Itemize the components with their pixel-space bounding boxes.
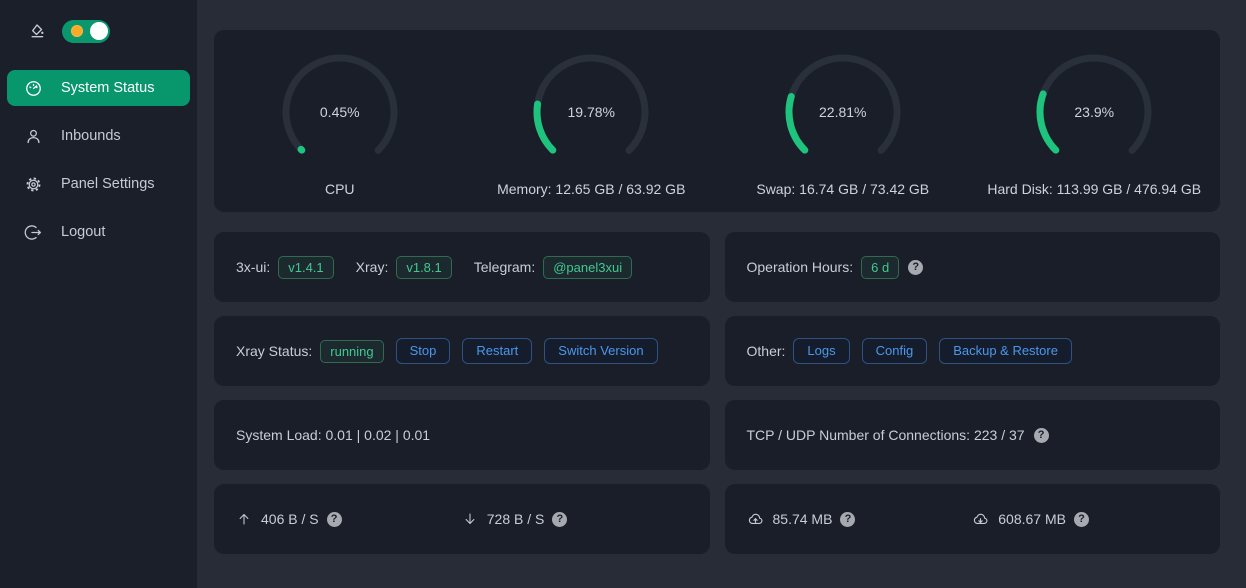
upload-speed-value: 406 B / S (261, 511, 319, 527)
received-traffic-value: 608.67 MB (998, 511, 1066, 527)
memory-percent: 19.78% (531, 52, 651, 172)
system-load-text: System Load: 0.01 | 0.02 | 0.01 (236, 427, 430, 443)
logs-button[interactable]: Logs (793, 338, 849, 364)
panel-version-label: 3x-ui: (236, 259, 270, 275)
operation-hours-tag: 6 d (861, 256, 899, 279)
operation-hours-card: Operation Hours: 6 d ? (725, 232, 1221, 302)
sidebar-item-label: System Status (61, 80, 154, 96)
sidebar-nav: System Status Inbounds Panel Settings Lo… (0, 70, 197, 250)
user-icon (24, 127, 43, 146)
connections-text: TCP / UDP Number of Connections: 223 / 3… (747, 427, 1025, 443)
download-speed-metric: 728 B / S ? (462, 511, 688, 527)
xray-version-label: Xray: (356, 259, 389, 275)
sidebar-item-label: Inbounds (61, 128, 121, 144)
network-speed-card: 406 B / S ? 728 B / S ? (214, 484, 710, 554)
question-icon[interactable]: ? (1074, 512, 1089, 527)
system-load-card: System Load: 0.01 | 0.02 | 0.01 (214, 400, 710, 470)
toggle-knob (90, 22, 108, 40)
telegram-handle-tag: @panel3xui (543, 256, 632, 279)
sidebar-header (0, 16, 197, 46)
traffic-total-card: 85.74 MB ? 608.67 MB ? (725, 484, 1221, 554)
disk-percent: 23.9% (1034, 52, 1154, 172)
sun-icon (71, 25, 83, 37)
resource-gauges-card: 0.45% CPU 19.78% Memory: 12.65 GB / 63.9… (214, 30, 1220, 212)
config-button[interactable]: Config (862, 338, 928, 364)
memory-gauge: 19.78% Memory: 12.65 GB / 63.92 GB (497, 52, 685, 197)
sent-traffic-metric: 85.74 MB ? (747, 511, 973, 528)
swap-label: Swap: 16.74 GB / 73.42 GB (756, 181, 929, 197)
sidebar-item-inbounds[interactable]: Inbounds (7, 118, 190, 154)
other-label: Other: (747, 343, 786, 359)
theme-icon (28, 21, 48, 41)
logout-icon (24, 223, 43, 242)
other-actions-card: Other: Logs Config Backup & Restore (725, 316, 1221, 386)
arrow-down-icon (462, 511, 478, 527)
swap-percent: 22.81% (783, 52, 903, 172)
disk-label: Hard Disk: 113.99 GB / 476.94 GB (987, 181, 1201, 197)
question-icon[interactable]: ? (840, 512, 855, 527)
versions-card: 3x-ui: v1.4.1 Xray: v1.8.1 Telegram: @pa… (214, 232, 710, 302)
sidebar: System Status Inbounds Panel Settings Lo… (0, 0, 197, 588)
xray-status-label: Xray Status: (236, 343, 312, 359)
main-content: 0.45% CPU 19.78% Memory: 12.65 GB / 63.9… (197, 0, 1246, 588)
arrow-up-icon (236, 511, 252, 527)
backup-restore-button[interactable]: Backup & Restore (939, 338, 1072, 364)
xray-version-tag: v1.8.1 (396, 256, 451, 279)
dark-mode-toggle[interactable] (62, 20, 110, 43)
question-icon[interactable]: ? (552, 512, 567, 527)
connections-card: TCP / UDP Number of Connections: 223 / 3… (725, 400, 1221, 470)
cpu-gauge: 0.45% CPU (280, 52, 400, 197)
operation-hours-label: Operation Hours: (747, 259, 854, 275)
memory-label: Memory: 12.65 GB / 63.92 GB (497, 181, 685, 197)
info-cards-grid: 3x-ui: v1.4.1 Xray: v1.8.1 Telegram: @pa… (214, 232, 1220, 554)
xray-status-tag: running (320, 340, 383, 363)
cloud-download-icon (972, 511, 989, 528)
sidebar-item-system-status[interactable]: System Status (7, 70, 190, 106)
xray-status-card: Xray Status: running Stop Restart Switch… (214, 316, 710, 386)
sidebar-item-label: Logout (61, 224, 105, 240)
restart-button[interactable]: Restart (462, 338, 532, 364)
download-speed-value: 728 B / S (487, 511, 545, 527)
question-icon[interactable]: ? (1034, 428, 1049, 443)
question-icon[interactable]: ? (327, 512, 342, 527)
sidebar-item-logout[interactable]: Logout (7, 214, 190, 250)
sent-traffic-value: 85.74 MB (773, 511, 833, 527)
switch-version-button[interactable]: Switch Version (544, 338, 657, 364)
cloud-upload-icon (747, 511, 764, 528)
upload-speed-metric: 406 B / S ? (236, 511, 462, 527)
swap-gauge: 22.81% Swap: 16.74 GB / 73.42 GB (756, 52, 929, 197)
disk-gauge: 23.9% Hard Disk: 113.99 GB / 476.94 GB (987, 52, 1201, 197)
cpu-label: CPU (325, 181, 355, 197)
sidebar-item-label: Panel Settings (61, 176, 155, 192)
cpu-percent: 0.45% (280, 52, 400, 172)
received-traffic-metric: 608.67 MB ? (972, 511, 1198, 528)
sidebar-item-panel-settings[interactable]: Panel Settings (7, 166, 190, 202)
question-icon[interactable]: ? (908, 260, 923, 275)
dashboard-icon (24, 79, 43, 98)
panel-version-tag: v1.4.1 (278, 256, 333, 279)
telegram-label: Telegram: (474, 259, 535, 275)
gear-icon (24, 175, 43, 194)
stop-button[interactable]: Stop (396, 338, 451, 364)
